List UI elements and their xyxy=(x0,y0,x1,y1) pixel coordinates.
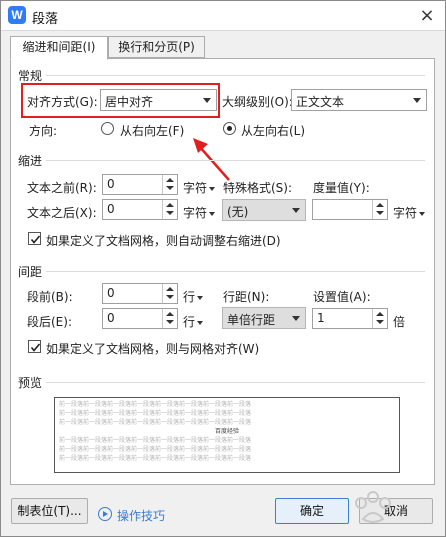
tab-stops-button[interactable]: 制表位(T)... xyxy=(11,498,88,524)
tab-line-page-breaks[interactable]: 换行和分页(P) xyxy=(108,36,205,58)
outline-level-value: 正文文本 xyxy=(296,95,345,109)
chevron-down-icon xyxy=(209,211,216,216)
indent-after-label: 文本之后(X): xyxy=(27,206,97,220)
tips-link[interactable]: 操作技巧 xyxy=(117,507,165,524)
play-circle-icon[interactable] xyxy=(98,507,112,521)
line-spacing-value: 单倍行距 xyxy=(227,313,276,327)
preview-filler-line: 前一段落前一段落前一段落前一段落前一段落前一段落前一段落前一段落 xyxy=(59,455,252,462)
general-divider xyxy=(20,75,425,76)
baidu-jingyan-watermark-icon xyxy=(355,491,391,523)
direction-label: 方向: xyxy=(29,124,58,138)
indent-after-value: 0 xyxy=(107,202,115,216)
chevron-down-icon xyxy=(292,316,300,321)
spin-up-icon[interactable] xyxy=(166,203,174,207)
spacing-divider xyxy=(20,271,425,272)
setting-value: 1 xyxy=(317,311,325,325)
chevron-down-icon xyxy=(413,98,421,103)
indent-before-spinner[interactable]: 0 xyxy=(102,174,178,195)
measure-unit[interactable]: 字符 xyxy=(393,204,426,221)
spacing-grid-checkbox[interactable] xyxy=(28,340,41,353)
measure-spinner[interactable] xyxy=(312,199,388,220)
close-icon[interactable]: × xyxy=(415,5,439,27)
spin-down-icon[interactable] xyxy=(166,186,174,190)
indent-before-unit-label: 字符 xyxy=(183,181,208,195)
spin-down-icon[interactable] xyxy=(376,320,384,324)
annotation-arrow-icon xyxy=(193,138,230,181)
spacing-after-spinner[interactable]: 0 xyxy=(102,308,178,329)
indent-divider xyxy=(20,160,425,161)
paragraph-preview: 前一段落前一段落前一段落前一段落前一段落前一段落前一段落前一段落 前一段落前一段… xyxy=(54,397,400,473)
indent-before-label: 文本之前(R): xyxy=(27,181,97,195)
tab-indent-spacing[interactable]: 缩进和间距(I) xyxy=(10,36,108,60)
indent-after-spinner[interactable]: 0 xyxy=(102,199,178,220)
indent-grid-label: 如果定义了文档网格，则自动调整右缩进(D) xyxy=(46,234,281,248)
setting-value-label: 设置值(A): xyxy=(313,290,371,304)
spin-up-icon[interactable] xyxy=(166,312,174,316)
indent-before-unit[interactable]: 字符 xyxy=(183,179,216,196)
general-section-title: 常规 xyxy=(18,67,47,84)
spacing-before-value: 0 xyxy=(107,286,115,300)
indent-after-unit[interactable]: 字符 xyxy=(183,204,216,221)
spacing-before-spinner[interactable]: 0 xyxy=(102,283,178,304)
wps-writer-icon: W xyxy=(8,6,26,24)
spacing-before-label: 段前(B): xyxy=(27,290,73,304)
spacing-after-unit-label: 行 xyxy=(183,315,196,329)
title-bar: W 段落 × xyxy=(1,1,445,31)
paragraph-dialog: W 段落 × 缩进和间距(I) 换行和分页(P) 常规 对齐方式(G): 居中对… xyxy=(0,0,446,537)
spin-down-icon[interactable] xyxy=(166,320,174,324)
indent-section-title: 缩进 xyxy=(18,152,47,169)
spin-down-icon[interactable] xyxy=(166,295,174,299)
dialog-title: 段落 xyxy=(32,12,59,27)
measure-label: 度量值(Y): xyxy=(313,181,370,195)
preview-section-title: 预览 xyxy=(18,374,47,391)
chevron-down-icon xyxy=(197,320,204,325)
spacing-grid-label: 如果定义了文档网格，则与网格对齐(W) xyxy=(46,342,260,356)
chevron-down-icon xyxy=(292,208,300,213)
preview-divider xyxy=(20,382,425,383)
checkmark-icon xyxy=(30,343,41,352)
spacing-after-value: 0 xyxy=(107,311,115,325)
line-spacing-select[interactable]: 单倍行距 xyxy=(222,307,306,329)
spin-up-icon[interactable] xyxy=(166,287,174,291)
spacing-after-label: 段后(E): xyxy=(27,315,72,329)
special-format-label: 特殊格式(S): xyxy=(223,181,293,195)
alignment-highlight-box xyxy=(21,83,220,118)
spacing-before-unit-label: 行 xyxy=(183,290,196,304)
line-spacing-label: 行距(N): xyxy=(223,290,270,304)
indent-before-value: 0 xyxy=(107,177,115,191)
indent-grid-checkbox[interactable] xyxy=(28,232,41,245)
special-format-value: (无) xyxy=(227,205,249,219)
setting-value-unit: 倍 xyxy=(393,315,406,329)
rtl-label: 从右向左(F) xyxy=(120,124,185,138)
rtl-radio[interactable] xyxy=(101,122,114,135)
spin-up-icon[interactable] xyxy=(166,178,174,182)
spin-down-icon[interactable] xyxy=(166,211,174,215)
outline-level-label: 大纲级别(O): xyxy=(222,95,293,109)
ok-button[interactable]: 确定 xyxy=(275,498,349,524)
chevron-down-icon xyxy=(197,295,204,300)
setting-value-spinner[interactable]: 1 xyxy=(312,308,388,329)
chevron-down-icon xyxy=(419,211,426,216)
spin-up-icon[interactable] xyxy=(376,203,384,207)
measure-unit-label: 字符 xyxy=(393,206,418,220)
ltr-label: 从左向右(L) xyxy=(241,124,306,138)
outline-level-select[interactable]: 正文文本 xyxy=(291,89,427,111)
checkmark-icon xyxy=(30,235,41,244)
spacing-before-unit[interactable]: 行 xyxy=(183,288,204,305)
indent-after-unit-label: 字符 xyxy=(183,206,208,220)
spacing-after-unit[interactable]: 行 xyxy=(183,313,204,330)
spacing-section-title: 间距 xyxy=(18,263,47,280)
special-format-select[interactable]: (无) xyxy=(222,199,306,221)
spin-up-icon[interactable] xyxy=(376,312,384,316)
chevron-down-icon xyxy=(209,186,216,191)
spin-down-icon[interactable] xyxy=(376,211,384,215)
